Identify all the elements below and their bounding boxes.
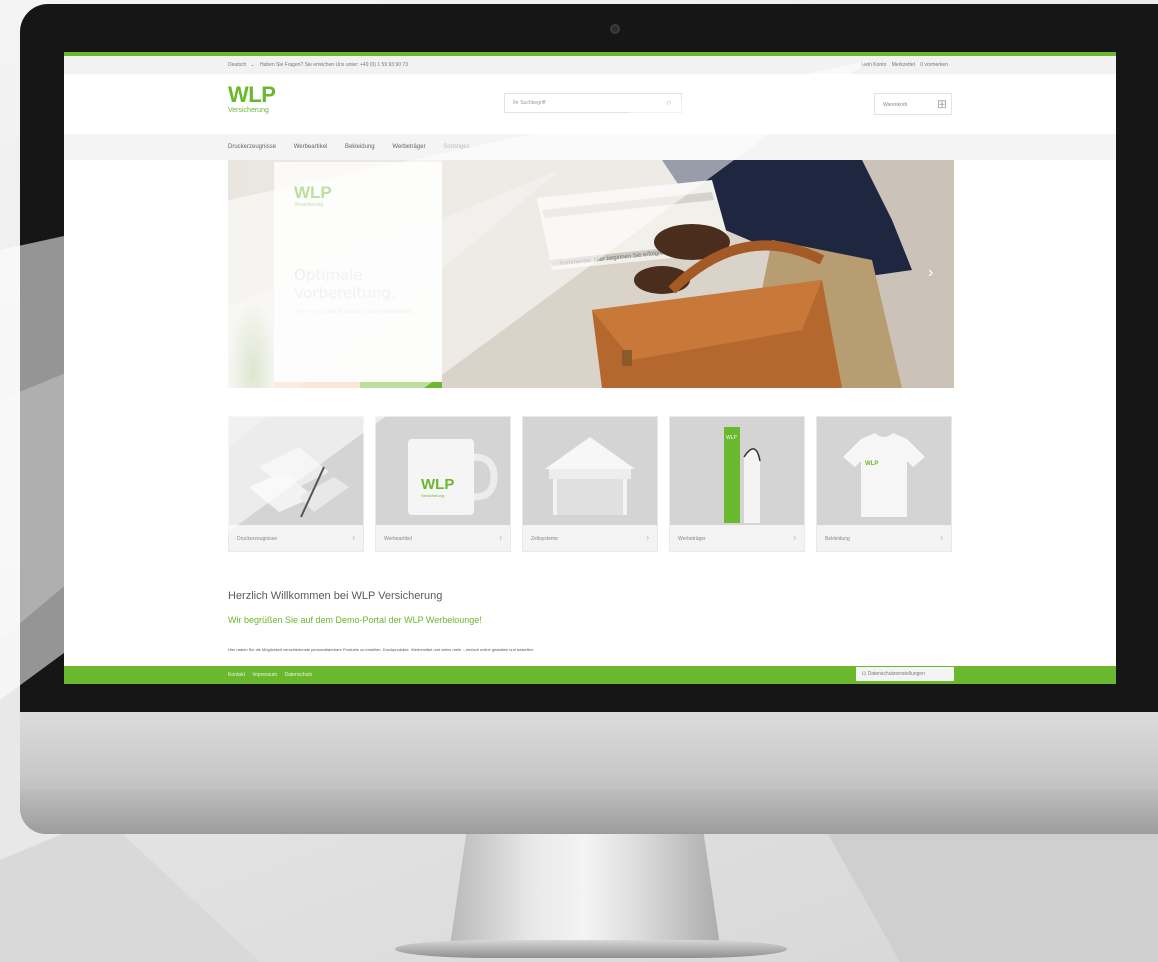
- category-tile-zeltsysteme[interactable]: Zeltsysteme ›: [522, 416, 658, 552]
- nav-item-werbetraeger[interactable]: Werbeträger: [392, 144, 425, 150]
- nav-item-druckerzeugnisse[interactable]: Druckerzeugnisse: [228, 144, 276, 150]
- tent-icon: [523, 417, 657, 525]
- site-header: WLP Versicherung Ihr Suchbegriff ⌕ Waren…: [64, 74, 1116, 134]
- footer-link-kontakt[interactable]: Kontakt: [228, 672, 245, 678]
- plant-decoration: [228, 300, 278, 388]
- category-tile-bekleidung[interactable]: WLP Bekleidung ›: [816, 416, 952, 552]
- footer-link-datenschutz[interactable]: Datenschutz: [284, 672, 312, 678]
- chevron-right-icon: ›: [646, 533, 649, 542]
- cart-label: Warenkorb: [883, 102, 908, 108]
- category-label: Zeltsysteme: [531, 536, 558, 542]
- footer-links: Kontakt Impressum Datenschutz: [228, 672, 318, 678]
- monitor-stand: [450, 834, 720, 946]
- hero-headline: Optimale Vorbereitung.: [294, 266, 396, 302]
- slider-next-arrow[interactable]: ›: [928, 264, 933, 282]
- hero-card-logo-subtitle: Versicherung: [294, 202, 324, 208]
- mug-logo-subtitle: Versicherung: [421, 493, 444, 498]
- hero-card-accent-bar-left: [274, 382, 360, 388]
- search-input[interactable]: Ihr Suchbegriff: [504, 93, 682, 113]
- beachflag-icon: WLP: [670, 417, 804, 525]
- main-navigation: Druckerzeugnisse Werbeartikel Bekleidung…: [64, 134, 1116, 160]
- site-logo[interactable]: WLP Versicherung: [228, 82, 276, 115]
- category-label: Druckerzeugnisse: [237, 536, 278, 542]
- nav-item-werbeartikel[interactable]: Werbeartikel: [294, 144, 328, 150]
- category-footer: Bekleidung ›: [817, 525, 951, 551]
- nav-item-sonstiges[interactable]: Sonstiges: [443, 144, 469, 150]
- chevron-right-icon: ›: [352, 533, 355, 542]
- footer-link-impressum[interactable]: Impressum: [252, 672, 277, 678]
- camera-icon: [610, 24, 620, 34]
- category-footer: Werbeträger ›: [670, 525, 804, 551]
- chevron-right-icon: ›: [940, 533, 943, 542]
- chevron-right-icon: ›: [793, 533, 796, 542]
- my-account-link[interactable]: Mein Konto: [861, 62, 886, 68]
- category-footer: Werbeartikel ›: [376, 525, 510, 551]
- stationery-icon: [229, 417, 363, 525]
- category-label: Bekleidung: [825, 536, 850, 542]
- hero-slider: Kommentar: Hier beginnen Sie erfolgreich…: [228, 160, 954, 388]
- footer-bar: Kontakt Impressum Datenschutz ⊡ Datensch…: [64, 666, 1116, 684]
- logo-subtitle: Versicherung: [228, 107, 269, 114]
- category-label: Werbeträger: [678, 536, 706, 542]
- welcome-title: Herzlich Willkommen bei WLP Versicherung: [228, 590, 443, 602]
- privacy-settings-label: Datenschutzeinstellungen: [867, 671, 925, 677]
- hero-text-card: WLP Versicherung Optimale Vorbereitung. …: [274, 162, 442, 388]
- category-tile-druckerzeugnisse[interactable]: Druckerzeugnisse ›: [228, 416, 364, 552]
- welcome-text: Hier haben Sie die Möglichkeit verschied…: [228, 647, 535, 652]
- monitor-stand-base: [395, 940, 787, 958]
- nav-item-bekleidung[interactable]: Bekleidung: [345, 144, 375, 150]
- cart-icon: ⊞: [936, 97, 947, 111]
- wishlist-link[interactable]: Merkzettel: [892, 62, 915, 68]
- welcome-subtitle: Wir begrüßen Sie auf dem Demo-Portal der…: [228, 615, 482, 625]
- shirt-logo-text: WLP: [865, 461, 878, 467]
- logo-wordmark: WLP: [228, 82, 276, 107]
- hero-photo-businessman: Kommentar: Hier beginnen Sie erfolgreich: [442, 160, 954, 388]
- monitor-chin-shadow: [20, 790, 1158, 834]
- chevron-down-icon: ⌄: [250, 62, 255, 68]
- hero-card-logo: WLP: [294, 183, 332, 202]
- mug-icon: WLP Versicherung: [376, 417, 510, 525]
- category-footer: Zeltsysteme ›: [523, 525, 657, 551]
- flag-logo-text: WLP: [726, 435, 738, 441]
- category-tile-werbetraeger[interactable]: WLP Werbeträger ›: [669, 416, 805, 552]
- tshirt-icon: WLP: [817, 417, 951, 525]
- topbar-right: Mein Konto Merkzettel 0 vormerken: [861, 62, 952, 68]
- chevron-right-icon: ›: [499, 533, 502, 542]
- category-footer: Druckerzeugnisse ›: [229, 525, 363, 551]
- contact-info: Haben Sie Fragen? Sie erreichen Uns unte…: [259, 62, 408, 68]
- language-selector[interactable]: Deutsch: [228, 62, 246, 68]
- website-screen: Deutsch ⌄ Haben Sie Fragen? Sie erreichen…: [64, 52, 1116, 684]
- cart-button[interactable]: Warenkorb ⊞: [874, 93, 952, 115]
- category-label: Werbeartikel: [384, 536, 412, 542]
- nav-items: Druckerzeugnisse Werbeartikel Bekleidung…: [228, 144, 486, 150]
- category-tile-werbeartikel[interactable]: WLP Versicherung Werbeartikel ›: [375, 416, 511, 552]
- top-utility-bar: Deutsch ⌄ Haben Sie Fragen? Sie erreichen…: [64, 56, 1116, 74]
- search-icon[interactable]: ⌕: [658, 94, 680, 112]
- privacy-settings-button[interactable]: ⊡ Datenschutzeinstellungen: [856, 667, 954, 681]
- hero-text: Immer und überall bestens ausgestattet s…: [294, 309, 414, 315]
- topbar-left: Deutsch ⌄ Haben Sie Fragen? Sie erreichen…: [228, 62, 412, 68]
- compare-link[interactable]: 0 vormerken: [920, 62, 948, 68]
- mug-logo-text: WLP: [421, 476, 454, 493]
